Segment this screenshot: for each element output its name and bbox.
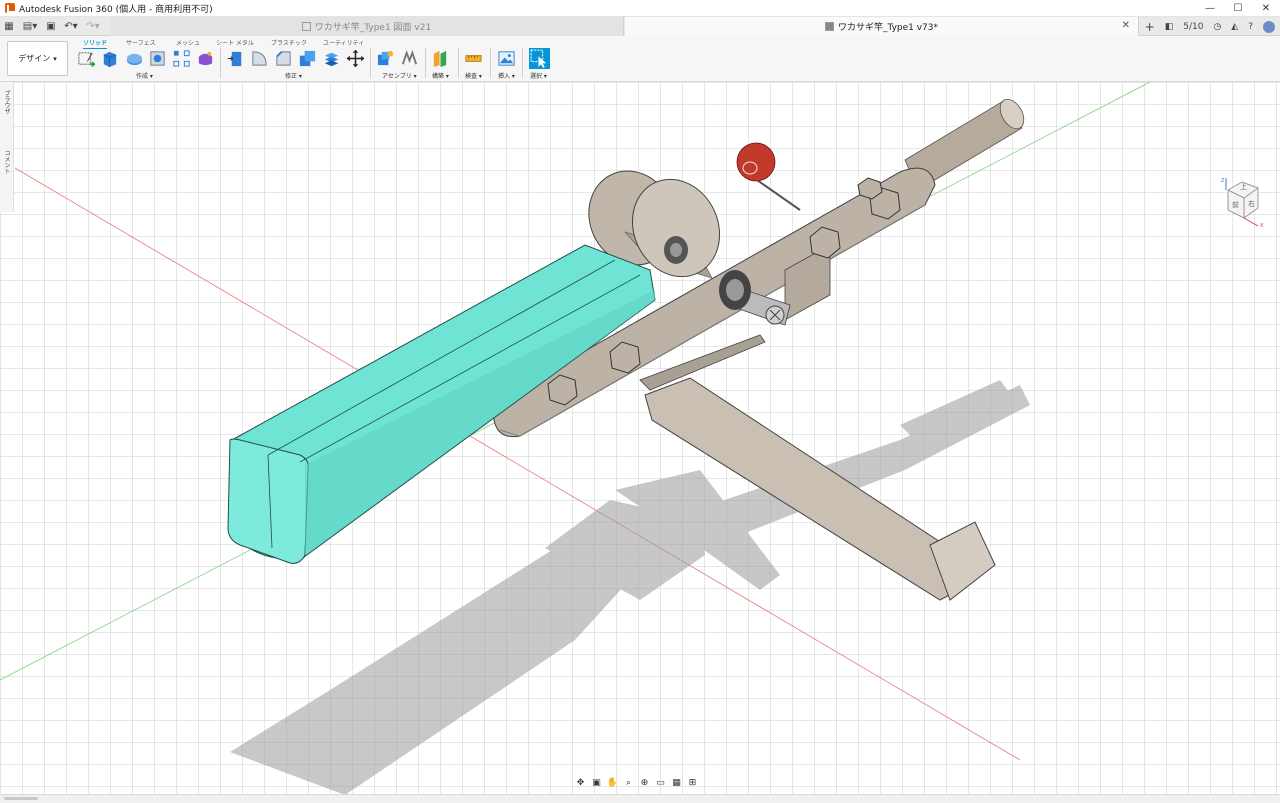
help-icon[interactable]: ?	[1248, 22, 1253, 32]
chamfer-icon[interactable]	[274, 49, 293, 68]
tab-design[interactable]: ワカサギ竿_Type1 v73* ✕	[625, 16, 1139, 36]
user-avatar[interactable]	[1263, 20, 1275, 33]
chevron-down-icon: ▾	[53, 54, 57, 63]
group-assemble[interactable]: アセンブリ ▾	[382, 71, 417, 80]
document-tab-bar: ▦ ▤▾ ▣ ↶▾ ↷▾ ワカサギ竿_Type1 図面 v21 ワカサギ竿_Ty…	[0, 16, 1280, 36]
close-window-button[interactable]: ✕	[1252, 0, 1280, 17]
group-inspect[interactable]: 検査 ▾	[465, 71, 482, 80]
fusion-app-icon	[5, 3, 15, 13]
window-controls: — ☐ ✕	[1196, 0, 1280, 17]
hole-icon[interactable]	[148, 49, 167, 68]
view-cube[interactable]: 上 前 右 Z X	[1218, 176, 1268, 228]
look-at-icon[interactable]: ▣	[590, 777, 603, 789]
model-scene[interactable]	[0, 82, 1280, 794]
orbit-icon[interactable]: ✥	[574, 777, 587, 789]
revolve-icon[interactable]	[125, 49, 144, 68]
tab-sheet-metal[interactable]: シート メタル	[216, 38, 254, 47]
undo-icon[interactable]: ↶▾	[60, 17, 82, 36]
title-bar: Autodesk Fusion 360 (個人用 - 商用利用不可) — ☐ ✕	[0, 0, 1280, 17]
tab-utility[interactable]: ユーティリティ	[323, 38, 364, 47]
extrude-box-icon[interactable]	[100, 49, 119, 68]
tab-design-label: ワカサギ竿_Type1 v73*	[837, 22, 939, 33]
view-cube-right[interactable]: 右	[1248, 199, 1255, 208]
red-ball-knob[interactable]	[736, 142, 776, 182]
workspace-switcher[interactable]: デザイン ▾	[7, 41, 68, 76]
new-tab-button[interactable]: +	[1145, 20, 1155, 34]
insert-image-icon[interactable]	[497, 49, 516, 68]
group-construct[interactable]: 構築 ▾	[432, 71, 449, 80]
3d-viewport[interactable]: 上 前 右 Z X	[0, 82, 1280, 794]
navigation-bar: ✥ ▣ ✋ ⌕ ⊕ ▭ ▦ ⊞	[574, 776, 699, 790]
tab-surface[interactable]: サーフェス	[126, 38, 156, 47]
fit-icon[interactable]: ⊕	[638, 777, 651, 789]
group-modify[interactable]: 修正 ▾	[285, 71, 302, 80]
window-title: Autodesk Fusion 360 (個人用 - 商用利用不可)	[19, 4, 213, 15]
tab-drawing-label: ワカサギ竿_Type1 図面 v21	[314, 22, 432, 33]
display-settings-icon[interactable]: ▭	[654, 777, 667, 789]
file-menu-icon[interactable]: ▤▾	[18, 17, 42, 36]
save-icon[interactable]: ▣	[42, 17, 60, 36]
status-bar	[0, 794, 1280, 803]
select-icon[interactable]	[529, 48, 550, 69]
view-cube-top[interactable]: 上	[1240, 182, 1247, 191]
pattern-icon[interactable]	[172, 49, 191, 68]
create-sketch-icon[interactable]	[77, 49, 96, 68]
minimize-button[interactable]: —	[1196, 0, 1224, 17]
job-status-icon[interactable]: ◧	[1165, 22, 1174, 32]
joint-icon[interactable]	[400, 49, 419, 68]
separator	[522, 48, 523, 78]
group-select[interactable]: 選択 ▾	[530, 71, 547, 80]
clock-icon[interactable]: ◷	[1213, 22, 1221, 32]
combine-icon[interactable]	[322, 49, 341, 68]
viewports-icon[interactable]: ⊞	[686, 777, 699, 789]
separator	[220, 48, 221, 78]
ribbon-toolbar: デザイン ▾ ソリッド サーフェス メッシュ シート メタル プラスチック ユー…	[0, 36, 1280, 82]
group-insert[interactable]: 挿入 ▾	[498, 71, 515, 80]
tab-solid[interactable]: ソリッド	[83, 38, 108, 49]
view-cube-front[interactable]: 前	[1232, 200, 1239, 209]
separator	[458, 48, 459, 78]
close-tab-icon[interactable]: ✕	[1122, 20, 1130, 31]
measure-icon[interactable]	[464, 49, 483, 68]
app-grid-icon[interactable]: ▦	[0, 17, 18, 36]
line-guide-wire	[756, 179, 801, 211]
browser-panel-toggle[interactable]: ブラウザ	[2, 90, 11, 114]
left-collapsed-panel: ブラウザ コメント	[0, 82, 14, 212]
tab-drawing[interactable]: ワカサギ竿_Type1 図面 v21	[110, 16, 624, 36]
axis-z-label: Z	[1221, 178, 1225, 184]
design-doc-icon	[824, 21, 834, 31]
separator	[370, 48, 371, 78]
new-component-icon[interactable]	[376, 49, 395, 68]
offset-plane-icon[interactable]	[431, 49, 450, 68]
maximize-button[interactable]: ☐	[1224, 0, 1252, 17]
separator	[490, 48, 491, 78]
zoom-icon[interactable]: ⌕	[622, 777, 635, 789]
shell-icon[interactable]	[298, 49, 317, 68]
pan-icon[interactable]: ✋	[606, 777, 619, 789]
move-copy-icon[interactable]	[346, 49, 365, 68]
tab-plastic[interactable]: プラスチック	[271, 38, 307, 47]
group-create[interactable]: 作成 ▾	[136, 71, 153, 80]
drawing-doc-icon	[301, 21, 311, 31]
timeline-scrollbar[interactable]	[4, 797, 38, 800]
workspace-label: デザイン	[18, 54, 51, 63]
job-status-count[interactable]: 5/10	[1183, 22, 1203, 32]
comments-panel-toggle[interactable]: コメント	[2, 150, 11, 174]
notifications-icon[interactable]: ◭	[1231, 22, 1238, 32]
tab-bar-right: + ◧ 5/10 ◷ ◭ ?	[1140, 17, 1280, 36]
axis-x-label: X	[1260, 223, 1264, 228]
form-icon[interactable]	[196, 49, 215, 68]
separator	[425, 48, 426, 78]
grid-settings-icon[interactable]: ▦	[670, 777, 683, 789]
redo-icon[interactable]: ↷▾	[82, 17, 104, 36]
fillet-icon[interactable]	[250, 49, 269, 68]
tab-mesh[interactable]: メッシュ	[176, 38, 200, 47]
press-pull-icon[interactable]	[227, 49, 246, 68]
